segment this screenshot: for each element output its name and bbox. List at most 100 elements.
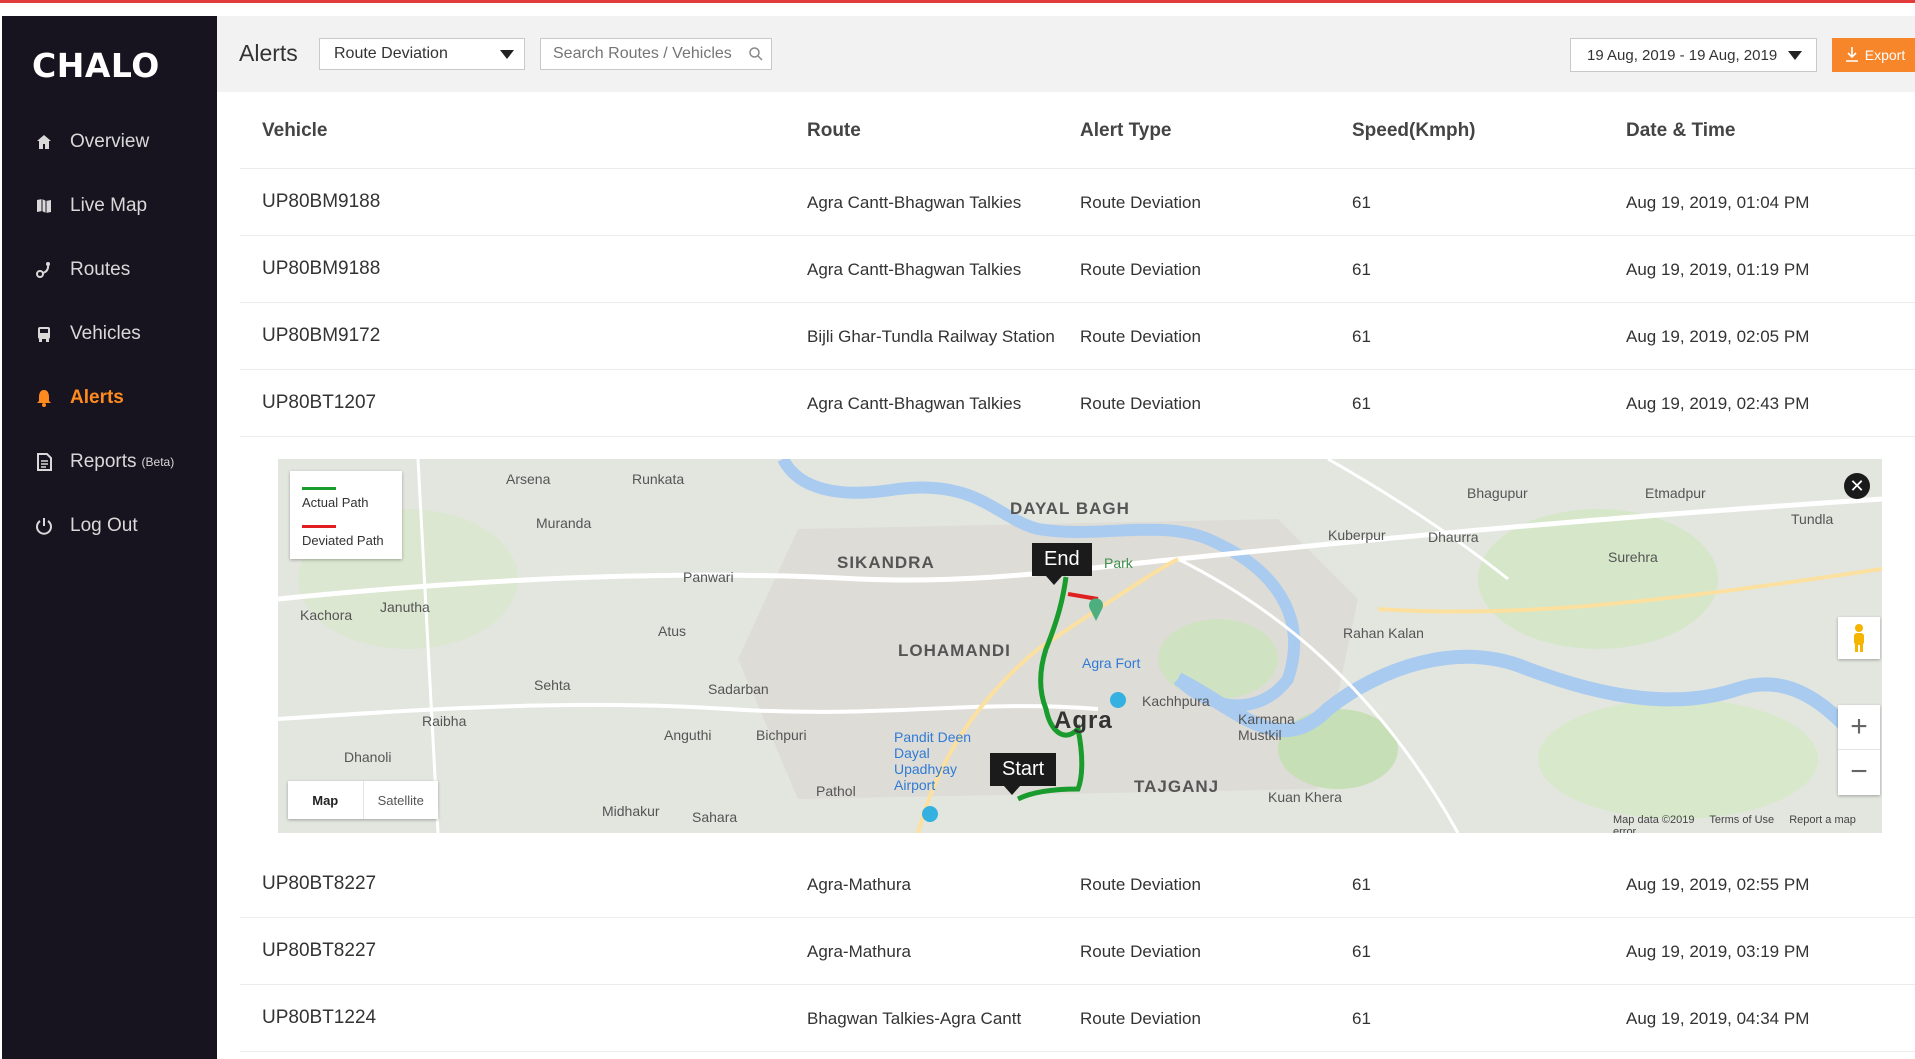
table-row[interactable]: UP80BT1224 Bhagwan Talkies-Agra Cantt Ro… xyxy=(240,985,1915,1052)
power-icon xyxy=(34,516,54,536)
vehicle-cell: UP80BT8227 xyxy=(262,940,377,961)
map-label: Runkata xyxy=(632,471,685,487)
map-label: Arsena xyxy=(506,471,551,487)
download-icon xyxy=(1845,46,1859,65)
table-row[interactable]: UP80BT1207 Agra Cantt-Bhagwan Talkies Ro… xyxy=(240,370,1915,437)
alert-type-select[interactable]: Route Deviation xyxy=(319,38,525,70)
zoom-out-button[interactable]: − xyxy=(1838,750,1880,794)
alert-type-cell: Route Deviation xyxy=(1080,394,1201,413)
zoom-in-button[interactable]: + xyxy=(1838,705,1880,750)
alert-type-cell: Route Deviation xyxy=(1080,260,1201,279)
map-label: Raibha xyxy=(422,713,467,729)
map-label: Pathol xyxy=(816,783,856,799)
speed-cell: 61 xyxy=(1352,327,1371,346)
sidebar-item-label: Overview xyxy=(70,131,150,152)
bus-icon xyxy=(34,324,54,344)
datetime-cell: Aug 19, 2019, 01:04 PM xyxy=(1626,193,1810,212)
route-cell: Agra-Mathura xyxy=(807,942,911,961)
chevron-down-icon xyxy=(500,50,514,59)
vehicle-cell: UP80BM9188 xyxy=(262,191,381,212)
search-icon[interactable] xyxy=(748,46,764,62)
sidebar-nav: Overview Live Map Routes Vehicles Alerts… xyxy=(2,110,217,558)
datetime-cell: Aug 19, 2019, 01:19 PM xyxy=(1626,260,1810,279)
map-label: Surehra xyxy=(1608,549,1658,565)
chevron-down-icon xyxy=(1788,51,1802,60)
column-header-vehicle[interactable]: Vehicle xyxy=(262,120,328,142)
map-label: LOHAMANDI xyxy=(898,641,1011,660)
map-label: Panwari xyxy=(683,569,734,585)
map-label: Karmana Mustkil xyxy=(1238,711,1295,743)
datetime-cell: Aug 19, 2019, 04:34 PM xyxy=(1626,1009,1810,1028)
speed-cell: 61 xyxy=(1352,394,1371,413)
sidebar-item-routes[interactable]: Routes xyxy=(2,238,217,302)
sidebar: CHALO Overview Live Map Routes Vehicles … xyxy=(2,16,217,1059)
map-label: Tundla xyxy=(1791,511,1834,527)
sidebar-item-live-map[interactable]: Live Map xyxy=(2,174,217,238)
map-type-toggle: Map Satellite xyxy=(288,781,438,819)
date-range-select[interactable]: 19 Aug, 2019 - 19 Aug, 2019 xyxy=(1570,38,1817,72)
map-attribution: Map data ©2019 Terms of Use Report a map… xyxy=(1613,814,1882,833)
map-type-map-button[interactable]: Map xyxy=(288,781,363,819)
map-label: Sadarban xyxy=(708,681,769,697)
sidebar-item-vehicles[interactable]: Vehicles xyxy=(2,302,217,366)
table-row[interactable]: UP80BM9172 Bijli Ghar-Tundla Railway Sta… xyxy=(240,303,1915,370)
alert-type-cell: Route Deviation xyxy=(1080,875,1201,894)
sidebar-item-logout[interactable]: Log Out xyxy=(2,494,217,558)
sidebar-item-reports[interactable]: Reports (Beta) xyxy=(2,430,217,494)
alert-type-cell: Route Deviation xyxy=(1080,327,1201,346)
app-logo[interactable]: CHALO xyxy=(32,46,160,85)
datetime-cell: Aug 19, 2019, 03:19 PM xyxy=(1626,942,1810,961)
export-label: Export xyxy=(1864,47,1906,63)
table-row[interactable]: UP80BM9188 Agra Cantt-Bhagwan Talkies Ro… xyxy=(240,236,1915,303)
column-header-datetime[interactable]: Date & Time xyxy=(1626,120,1735,142)
route-cell: Agra Cantt-Bhagwan Talkies xyxy=(807,260,1022,279)
report-icon xyxy=(34,452,54,472)
map-label: Bhagupur xyxy=(1467,485,1528,501)
column-header-alert-type[interactable]: Alert Type xyxy=(1080,120,1172,142)
sidebar-item-alerts[interactable]: Alerts xyxy=(2,366,217,430)
map-label: Midhakur xyxy=(602,803,660,819)
alert-type-cell: Route Deviation xyxy=(1080,1009,1201,1028)
map-label: Agra Fort xyxy=(1082,655,1141,671)
terms-of-use-link[interactable]: Terms of Use xyxy=(1709,814,1774,826)
map-label: Sahara xyxy=(692,809,738,825)
export-button[interactable]: Export xyxy=(1832,38,1915,72)
top-accent-line xyxy=(0,0,1915,3)
table-row[interactable]: UP80BT8227 Agra-Mathura Route Deviation … xyxy=(240,918,1915,985)
date-range-value: 19 Aug, 2019 - 19 Aug, 2019 xyxy=(1587,46,1778,64)
datetime-cell: Aug 19, 2019, 02:43 PM xyxy=(1626,394,1810,413)
datetime-cell: Aug 19, 2019, 02:55 PM xyxy=(1626,875,1810,894)
route-icon xyxy=(34,260,54,280)
map-label: Etmadpur xyxy=(1645,485,1706,501)
speed-cell: 61 xyxy=(1352,193,1371,212)
vehicle-cell: UP80BT1207 xyxy=(262,392,377,413)
deviated-path-swatch xyxy=(302,525,336,528)
map-type-satellite-button[interactable]: Satellite xyxy=(362,781,439,819)
actual-path-swatch xyxy=(302,487,336,490)
sidebar-item-label: Live Map xyxy=(70,195,148,216)
vehicle-cell: UP80BM9188 xyxy=(262,258,381,279)
column-header-route[interactable]: Route xyxy=(807,120,861,142)
close-icon[interactable]: ✕ xyxy=(1844,473,1870,499)
end-marker[interactable]: End xyxy=(1032,543,1092,585)
route-cell: Agra Cantt-Bhagwan Talkies xyxy=(807,394,1022,413)
table-row[interactable]: UP80BT8227 Agra-Mathura Route Deviation … xyxy=(240,851,1915,918)
map-label: Agra xyxy=(1054,707,1113,734)
table-row[interactable]: UP80BM9188 Agra Cantt-Bhagwan Talkies Ro… xyxy=(240,169,1915,236)
route-cell: Bhagwan Talkies-Agra Cantt xyxy=(807,1009,1022,1028)
alert-type-value: Route Deviation xyxy=(334,45,448,62)
route-map[interactable]: DAYAL BAGH SIKANDRA LOHAMANDI Agra TAJGA… xyxy=(278,459,1882,833)
map-label: Park xyxy=(1104,555,1133,571)
map-icon xyxy=(34,196,54,216)
speed-cell: 61 xyxy=(1352,260,1371,279)
datetime-cell: Aug 19, 2019, 02:05 PM xyxy=(1626,327,1810,346)
speed-cell: 61 xyxy=(1352,875,1371,894)
search-input[interactable] xyxy=(540,38,772,70)
sidebar-item-overview[interactable]: Overview xyxy=(2,110,217,174)
street-view-pegman-icon[interactable] xyxy=(1838,617,1880,659)
map-label: Kachora xyxy=(300,607,353,623)
deviated-path-label: Deviated Path xyxy=(302,533,384,548)
zoom-control: + − xyxy=(1838,705,1880,795)
start-marker[interactable]: Start xyxy=(990,753,1057,795)
column-header-speed[interactable]: Speed(Kmph) xyxy=(1352,120,1476,142)
